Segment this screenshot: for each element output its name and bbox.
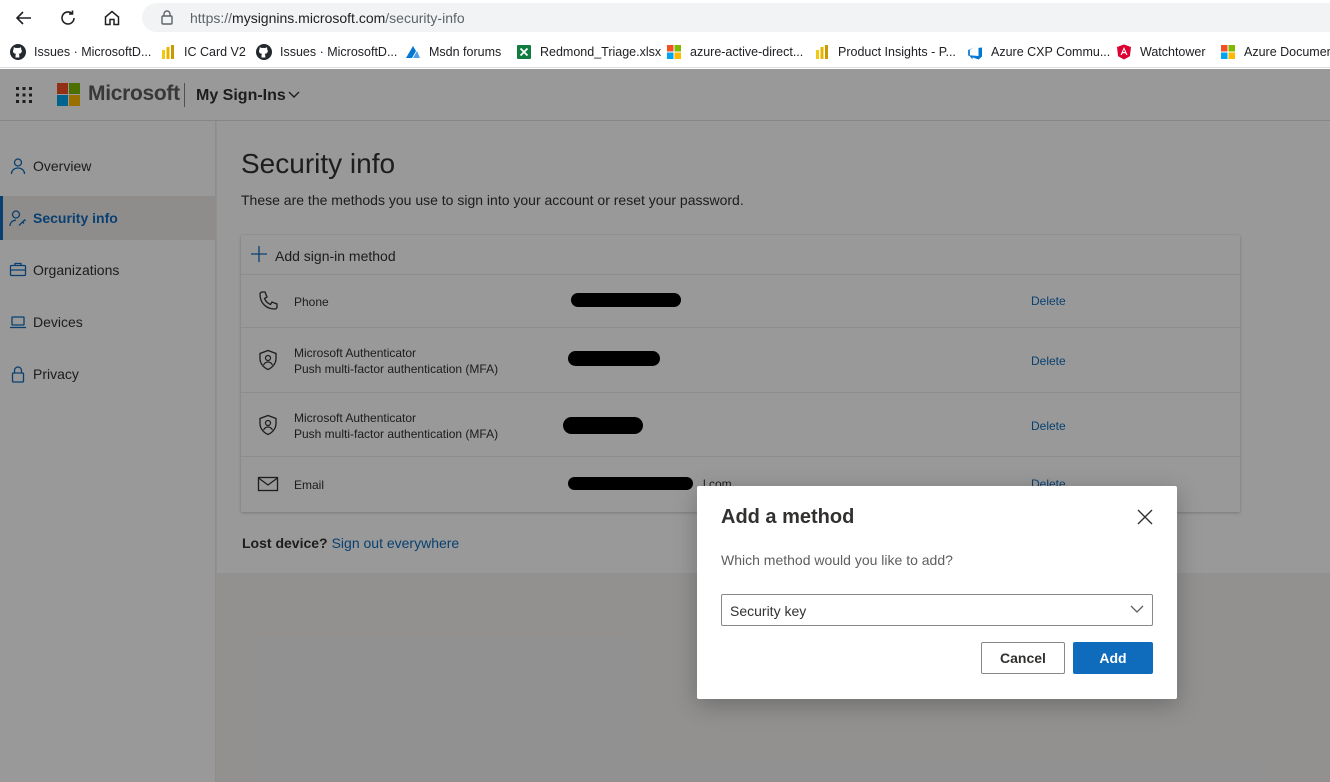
azure-devops-icon bbox=[968, 45, 982, 60]
reload-icon bbox=[61, 10, 75, 25]
bookmark-item[interactable]: Redmond_Triage.xlsx bbox=[516, 43, 661, 61]
chevron-down-icon bbox=[1130, 605, 1144, 613]
add-button[interactable]: Add bbox=[1073, 642, 1153, 674]
powerbi-icon bbox=[816, 45, 828, 59]
powerbi-icon bbox=[162, 45, 174, 59]
bookmark-label: IC Card V2 bbox=[184, 45, 246, 59]
microsoft-icon bbox=[667, 45, 681, 59]
dialog-title: Add a method bbox=[721, 506, 855, 528]
bookmark-label: Issues · MicrosoftD... bbox=[34, 45, 152, 59]
msdn-icon bbox=[406, 46, 420, 58]
back-arrow-icon bbox=[15, 11, 31, 25]
url-path: /security-info bbox=[385, 10, 465, 26]
bookmark-label: Product Insights - P... bbox=[838, 45, 956, 59]
home-icon bbox=[104, 10, 120, 26]
bookmark-item[interactable]: Msdn forums bbox=[405, 43, 501, 61]
bookmark-item[interactable]: azure-active-direct... bbox=[666, 43, 803, 61]
bookmark-item[interactable]: IC Card V2 bbox=[160, 43, 246, 61]
bookmark-item[interactable]: Watchtower bbox=[1116, 43, 1206, 61]
bookmark-item[interactable]: Issues · MicrosoftD... bbox=[256, 43, 397, 61]
bookmark-item[interactable]: Azure Documen bbox=[1220, 43, 1330, 61]
bookmark-label: Redmond_Triage.xlsx bbox=[540, 45, 662, 59]
excel-icon bbox=[517, 45, 531, 59]
home-button[interactable] bbox=[98, 4, 126, 32]
bookmark-item[interactable]: Azure CXP Commu... bbox=[967, 43, 1110, 61]
address-bar[interactable]: https://mysignins.microsoft.com/security… bbox=[142, 3, 1330, 32]
site-info-icon[interactable] bbox=[160, 9, 174, 25]
github-icon bbox=[10, 44, 26, 60]
bookmark-label: azure-active-direct... bbox=[690, 45, 804, 59]
bookmark-label: Azure Documen bbox=[1244, 45, 1330, 59]
method-select[interactable]: Security key bbox=[721, 594, 1153, 626]
cancel-button[interactable]: Cancel bbox=[981, 642, 1065, 674]
bookmark-item[interactable]: Issues · MicrosoftD... bbox=[10, 43, 151, 61]
browser-toolbar: https://mysignins.microsoft.com/security… bbox=[0, 0, 1330, 35]
bookmark-label: Issues · MicrosoftD... bbox=[280, 45, 398, 59]
reload-button[interactable] bbox=[54, 4, 82, 32]
method-select-value: Security key bbox=[730, 603, 807, 619]
close-icon[interactable] bbox=[1135, 507, 1155, 527]
bookmark-item[interactable]: Product Insights - P... bbox=[814, 43, 956, 61]
url-host: mysignins.microsoft.com bbox=[232, 10, 386, 26]
url-text: https://mysignins.microsoft.com/security… bbox=[190, 10, 465, 26]
dialog-prompt: Which method would you like to add? bbox=[721, 552, 953, 568]
bookmark-label: Azure CXP Commu... bbox=[991, 45, 1111, 59]
bookmark-label: Watchtower bbox=[1140, 45, 1206, 59]
back-button[interactable] bbox=[10, 4, 38, 32]
add-method-dialog: Add a method Which method would you like… bbox=[697, 486, 1177, 699]
url-scheme: https:// bbox=[190, 10, 233, 26]
github-icon bbox=[256, 44, 272, 60]
microsoft-icon bbox=[1221, 45, 1235, 59]
angular-icon bbox=[1117, 44, 1131, 60]
bookmark-label: Msdn forums bbox=[429, 45, 502, 59]
bookmarks-bar: Issues · MicrosoftD... IC Card V2 Issues… bbox=[0, 36, 1330, 68]
